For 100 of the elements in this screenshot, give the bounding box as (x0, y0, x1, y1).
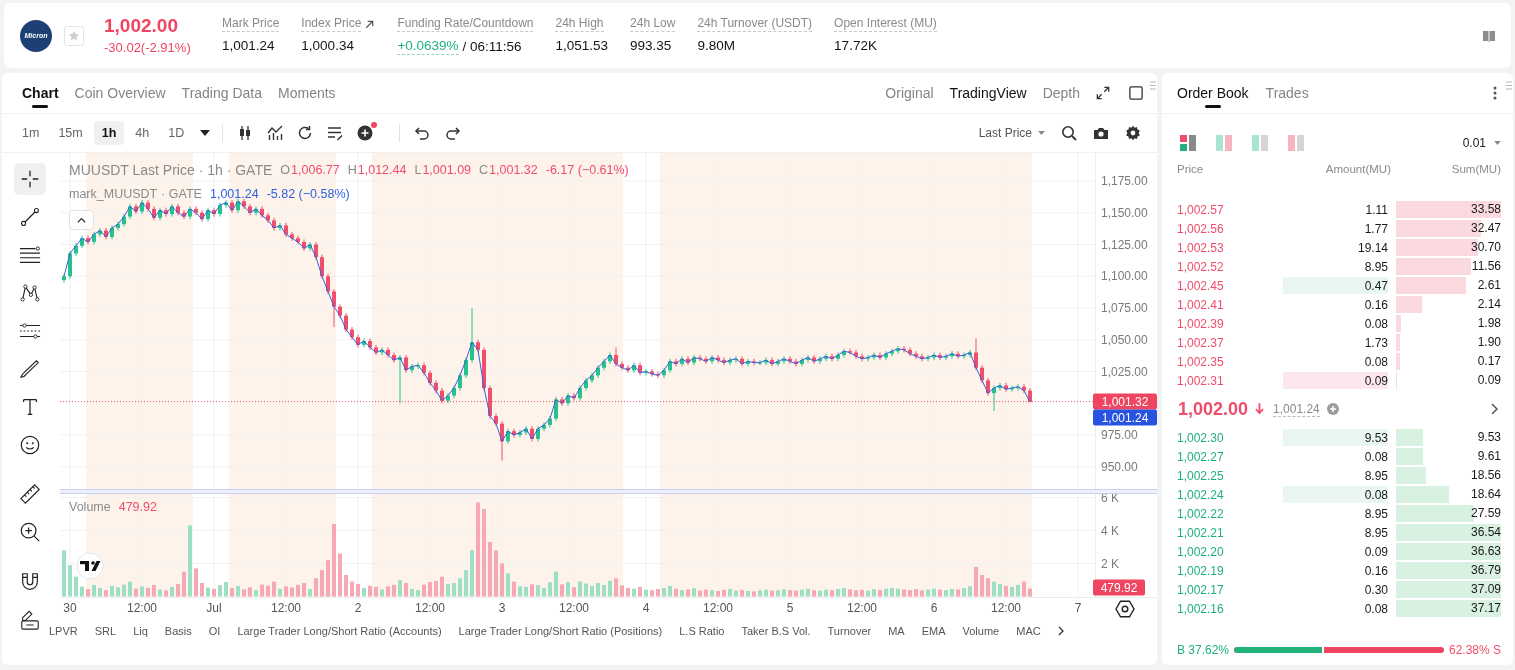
order-price[interactable]: 1,002.39 (1177, 316, 1224, 331)
stat-label: 24h Low (630, 16, 676, 32)
order-sum: 2.61 (1477, 277, 1501, 294)
interval-tab[interactable]: 1D (160, 121, 193, 145)
chart-tab[interactable]: Trading Data (181, 73, 262, 113)
undo-icon[interactable] (414, 125, 431, 141)
indicator-tab[interactable]: Liq (133, 625, 148, 637)
volume-label: Volume (69, 500, 111, 514)
volume-value: 479.92 (118, 500, 157, 514)
view-tab[interactable]: Original (885, 78, 934, 108)
indicator-tab[interactable]: Basis (164, 625, 192, 637)
view-tab[interactable]: Depth (1042, 78, 1080, 108)
order-price[interactable]: 1,002.16 (1177, 601, 1224, 616)
price-source-dropdown[interactable]: Last Price (978, 121, 1045, 145)
order-price[interactable]: 1,002.35 (1177, 354, 1224, 369)
order-price[interactable]: 1,002.27 (1177, 449, 1224, 464)
order-price[interactable]: 1,002.52 (1177, 259, 1224, 274)
chart-tab[interactable]: Moments (278, 73, 336, 113)
indicator-tab[interactable]: EMA (921, 625, 946, 637)
indicator-tab[interactable]: MA (888, 625, 905, 637)
stat-label: 24h High (555, 16, 604, 32)
interval-tab[interactable]: 15m (50, 121, 91, 145)
precision-dropdown[interactable]: 0.01 (1462, 136, 1501, 150)
chart-tab[interactable]: Chart (22, 73, 59, 113)
arrow-up-right-icon[interactable] (364, 18, 376, 30)
refresh-icon[interactable] (297, 125, 314, 141)
order-price[interactable]: 1,002.30 (1177, 430, 1224, 445)
caret-down-icon[interactable] (200, 130, 211, 136)
interval-tab[interactable]: 1m (14, 121, 48, 145)
chevron-right-icon[interactable] (1491, 403, 1498, 415)
ref-line-label: 1,001.32 (1101, 394, 1149, 409)
order-price[interactable]: 1,002.45 (1177, 278, 1224, 293)
bar (542, 587, 546, 597)
drag-handle-icon[interactable] (1150, 81, 1156, 90)
indicator-tab[interactable]: Large Trader Long/Short Ratio (Positions) (458, 625, 663, 637)
indicator-tab[interactable]: MAC (1016, 625, 1041, 637)
order-price[interactable]: 1,002.57 (1177, 202, 1224, 217)
collapse-legend-button[interactable] (69, 210, 94, 230)
list-icon[interactable] (327, 125, 344, 141)
bar (548, 582, 552, 597)
bar (260, 584, 264, 597)
indicator-tab[interactable]: OI (208, 625, 221, 637)
bar (302, 583, 306, 597)
order-price[interactable]: 1,002.19 (1177, 563, 1224, 578)
indicator-tab[interactable]: Volume (962, 625, 1000, 637)
bar (1022, 581, 1026, 597)
plus-circle-icon[interactable] (357, 125, 374, 141)
indicators-icon[interactable] (267, 125, 284, 141)
redo-icon[interactable] (445, 125, 462, 141)
order-price[interactable]: 1,002.21 (1177, 525, 1224, 540)
book-tab[interactable]: Order Book (1177, 73, 1249, 113)
indicator-tab[interactable]: Taker B.S Vol. (741, 625, 811, 637)
order-price[interactable]: 1,002.56 (1177, 221, 1224, 236)
order-price[interactable]: 1,002.31 (1177, 373, 1224, 388)
order-price[interactable]: 1,002.24 (1177, 487, 1224, 502)
indicator-tab[interactable]: SRL (94, 625, 117, 637)
bar (692, 588, 696, 597)
bar (92, 584, 96, 597)
expand-icon[interactable] (1096, 86, 1110, 100)
bar (1028, 588, 1032, 597)
order-price[interactable]: 1,002.25 (1177, 468, 1224, 483)
indicator-tab[interactable]: LPVR (49, 625, 78, 637)
bar (62, 550, 66, 597)
indicator-tab[interactable]: Large Trader Long/Short Ratio (Accounts) (237, 625, 442, 637)
camera-icon[interactable] (1093, 125, 1109, 141)
combined-layout-icon[interactable] (1180, 135, 1196, 151)
bar (638, 586, 642, 597)
order-price[interactable]: 1,002.17 (1177, 582, 1224, 597)
drag-handle-icon[interactable] (1506, 81, 1512, 90)
bar (770, 590, 774, 597)
order-price[interactable]: 1,002.20 (1177, 544, 1224, 559)
more-options-icon[interactable] (1493, 86, 1497, 100)
book-tab[interactable]: Trades (1265, 73, 1309, 113)
bar (242, 589, 246, 597)
dropdown-value: 0.01 (1462, 136, 1486, 150)
order-price[interactable]: 1,002.37 (1177, 335, 1224, 350)
search-icon[interactable] (1061, 125, 1077, 141)
order-price[interactable]: 1,002.41 (1177, 297, 1224, 312)
interval-tab[interactable]: 4h (127, 121, 158, 145)
square-outline-icon[interactable] (1129, 86, 1143, 100)
crosshair-tool[interactable] (14, 163, 46, 195)
chevron-up-icon (77, 217, 86, 223)
view-tab[interactable]: TradingView (949, 78, 1027, 108)
chart-tab[interactable]: Coin Overview (74, 73, 166, 113)
bar (590, 585, 594, 597)
order-price[interactable]: 1,002.22 (1177, 506, 1224, 521)
indicator-tab[interactable]: L.S Ratio (679, 625, 725, 637)
bar (944, 590, 948, 597)
order-sum: 37.09 (1470, 581, 1501, 598)
indicator-tab[interactable]: Turnover (827, 625, 872, 637)
countdown: / 06:11:56 (462, 37, 522, 55)
bar (728, 589, 732, 597)
funding-rate: +0.0639% (397, 37, 459, 55)
chart-settings-icon[interactable] (1115, 600, 1135, 618)
order-price[interactable]: 1,002.53 (1177, 240, 1224, 255)
book-icon[interactable] (1482, 28, 1496, 43)
settings-icon[interactable] (1125, 125, 1141, 141)
interval-tab[interactable]: 1h (93, 121, 125, 145)
bar (278, 588, 282, 597)
chevron-right-icon[interactable] (1057, 626, 1064, 636)
